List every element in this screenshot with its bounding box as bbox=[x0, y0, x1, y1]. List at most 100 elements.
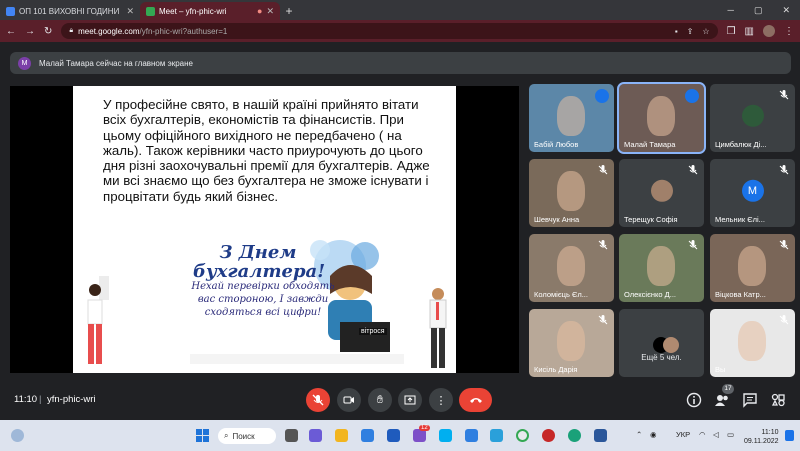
mail-icon[interactable] bbox=[387, 429, 400, 442]
participant-tile[interactable]: Малай Тамара bbox=[617, 82, 706, 154]
windows-taskbar: ⌕ Поиск 12 ⌃ ◉ УКР ◠ ◁ ▭ 11:10 09.11.202… bbox=[0, 420, 800, 451]
participant-tile[interactable]: Кисіль Дарія bbox=[529, 309, 614, 377]
present-button[interactable] bbox=[398, 388, 422, 412]
mic-off-icon bbox=[688, 240, 698, 250]
edge-icon[interactable] bbox=[568, 429, 581, 442]
activities-icon[interactable] bbox=[770, 392, 786, 408]
tray-chevron-icon[interactable]: ⌃ bbox=[636, 430, 642, 439]
participant-name: Терещук Софія bbox=[624, 215, 678, 224]
participant-tile[interactable]: Цимбалюк Ді... bbox=[710, 84, 795, 152]
participant-name: Коломієць Єл... bbox=[534, 290, 588, 299]
mic-off-icon bbox=[779, 240, 789, 250]
participant-tile[interactable]: Шевчук Анна bbox=[529, 159, 614, 227]
mic-off-icon bbox=[312, 394, 324, 406]
file-explorer-icon[interactable] bbox=[335, 429, 348, 442]
video-feed bbox=[647, 246, 675, 286]
sidebar-icon[interactable]: ▥ bbox=[745, 26, 754, 37]
word-icon[interactable] bbox=[594, 429, 607, 442]
close-window-icon[interactable]: ✕ bbox=[782, 5, 790, 16]
reload-icon[interactable]: ↻ bbox=[44, 26, 52, 37]
participant-tile[interactable]: Вы bbox=[710, 309, 795, 377]
weather-icon[interactable] bbox=[11, 429, 24, 442]
maximize-icon[interactable]: ▢ bbox=[754, 5, 763, 16]
close-icon[interactable]: ✕ bbox=[266, 6, 274, 17]
star-icon[interactable]: ☆ bbox=[702, 27, 709, 36]
avatar bbox=[741, 104, 764, 127]
mic-off-icon bbox=[779, 165, 789, 175]
minimize-icon[interactable]: ─ bbox=[728, 5, 734, 15]
participant-tile[interactable]: Терещук Софія bbox=[619, 159, 704, 227]
mic-toggle-button[interactable] bbox=[306, 388, 330, 412]
people-icon[interactable] bbox=[714, 392, 730, 408]
camera-indicator-icon[interactable]: ▪ bbox=[675, 27, 678, 36]
search-icon: ⌕ bbox=[224, 431, 229, 440]
separator: | bbox=[39, 394, 42, 405]
participant-tile[interactable]: Олексієнко Д... bbox=[619, 234, 704, 302]
mic-off-icon bbox=[598, 240, 608, 250]
info-icon[interactable] bbox=[686, 392, 702, 408]
new-tab-button[interactable]: + bbox=[280, 2, 298, 20]
presenter-banner: M Малай Тамара сейчас на главном экране bbox=[10, 52, 791, 74]
raise-hand-button[interactable]: ✋︎ bbox=[368, 388, 392, 412]
more-options-button[interactable]: ⋮ bbox=[429, 388, 453, 412]
extensions-icon[interactable]: ❒ bbox=[727, 26, 736, 37]
tab-title: Meet – yfn-phic-wri bbox=[159, 6, 227, 16]
telegram-icon[interactable] bbox=[490, 429, 503, 442]
url-field[interactable]: 🔒︎ meet.google.com/yfn-phic-wri?authuser… bbox=[61, 23, 718, 39]
share-icon[interactable]: ⇪ bbox=[687, 27, 694, 36]
recorder-icon[interactable] bbox=[542, 429, 555, 442]
windows-start-icon[interactable] bbox=[196, 429, 209, 442]
man-figure-illustration bbox=[429, 288, 447, 368]
participant-name: Мельник Єлі... bbox=[715, 215, 765, 224]
notification-icon[interactable] bbox=[785, 430, 794, 441]
participant-name: Бабій Любов bbox=[534, 140, 579, 149]
search-label: Поиск bbox=[232, 431, 255, 441]
wifi-icon[interactable]: ◠ bbox=[699, 430, 706, 439]
chat-icon[interactable] bbox=[742, 392, 758, 408]
avatar bbox=[663, 337, 679, 353]
task-view-icon[interactable] bbox=[285, 429, 298, 442]
close-icon[interactable]: ✕ bbox=[126, 6, 134, 17]
participant-name: Олексієнко Д... bbox=[624, 290, 676, 299]
mic-off-icon bbox=[598, 315, 608, 325]
photos-icon[interactable] bbox=[465, 429, 478, 442]
participant-tile[interactable]: Коломієць Єл... bbox=[529, 234, 614, 302]
video-feed bbox=[557, 321, 585, 361]
present-icon bbox=[404, 395, 416, 405]
forward-icon[interactable]: → bbox=[25, 26, 35, 37]
participant-tile[interactable]: Бабій Любов bbox=[529, 84, 614, 152]
camera-toggle-button[interactable] bbox=[337, 388, 361, 412]
tab-meet[interactable]: Meet – yfn-phic-wri ● ✕ bbox=[140, 2, 280, 20]
chrome-icon[interactable] bbox=[516, 429, 529, 442]
mic-off-icon bbox=[779, 90, 789, 100]
mic-off-icon bbox=[598, 165, 608, 175]
taskbar-clock[interactable]: 11:10 09.11.2022 bbox=[744, 428, 779, 446]
woman-figure-illustration bbox=[87, 276, 109, 364]
participant-tile[interactable]: Ещё 5 чел. bbox=[619, 309, 704, 377]
volume-icon[interactable]: ◁ bbox=[713, 430, 719, 439]
video-feed bbox=[738, 321, 766, 361]
meeting-control-bar: 11:10 | yfn-phic-wri ✋︎ ⋮ bbox=[0, 380, 800, 420]
profile-avatar[interactable] bbox=[763, 25, 775, 37]
meeting-code: yfn-phic-wri bbox=[47, 394, 96, 405]
window-controls: ─ ▢ ✕ bbox=[718, 0, 800, 20]
tab-title: ОП 101 ВИХОВНІ ГОДИНИ bbox=[19, 6, 120, 16]
presenter-avatar: M bbox=[18, 56, 31, 70]
skype-icon[interactable] bbox=[439, 429, 452, 442]
store-icon[interactable] bbox=[361, 429, 374, 442]
tray-app-icon[interactable]: ◉ bbox=[650, 430, 657, 439]
video-feed bbox=[738, 246, 766, 286]
battery-icon[interactable]: ▭ bbox=[727, 430, 734, 439]
participants-count-badge: 17 bbox=[722, 384, 734, 394]
tab-classes[interactable]: ОП 101 ВИХОВНІ ГОДИНИ ✕ bbox=[0, 2, 140, 20]
video-feed bbox=[557, 96, 585, 136]
lock-icon: 🔒︎ bbox=[69, 27, 74, 34]
end-call-button[interactable] bbox=[459, 388, 492, 412]
teams-icon[interactable] bbox=[309, 429, 322, 442]
participant-tile[interactable]: M Мельник Єлі... bbox=[710, 159, 795, 227]
language-indicator[interactable]: УКР bbox=[676, 430, 690, 439]
back-icon[interactable]: ← bbox=[6, 26, 16, 37]
taskbar-search[interactable]: ⌕ Поиск bbox=[218, 428, 276, 444]
participant-tile[interactable]: Віцкова Катр... bbox=[710, 234, 795, 302]
menu-icon[interactable]: ⋮ bbox=[784, 26, 794, 37]
